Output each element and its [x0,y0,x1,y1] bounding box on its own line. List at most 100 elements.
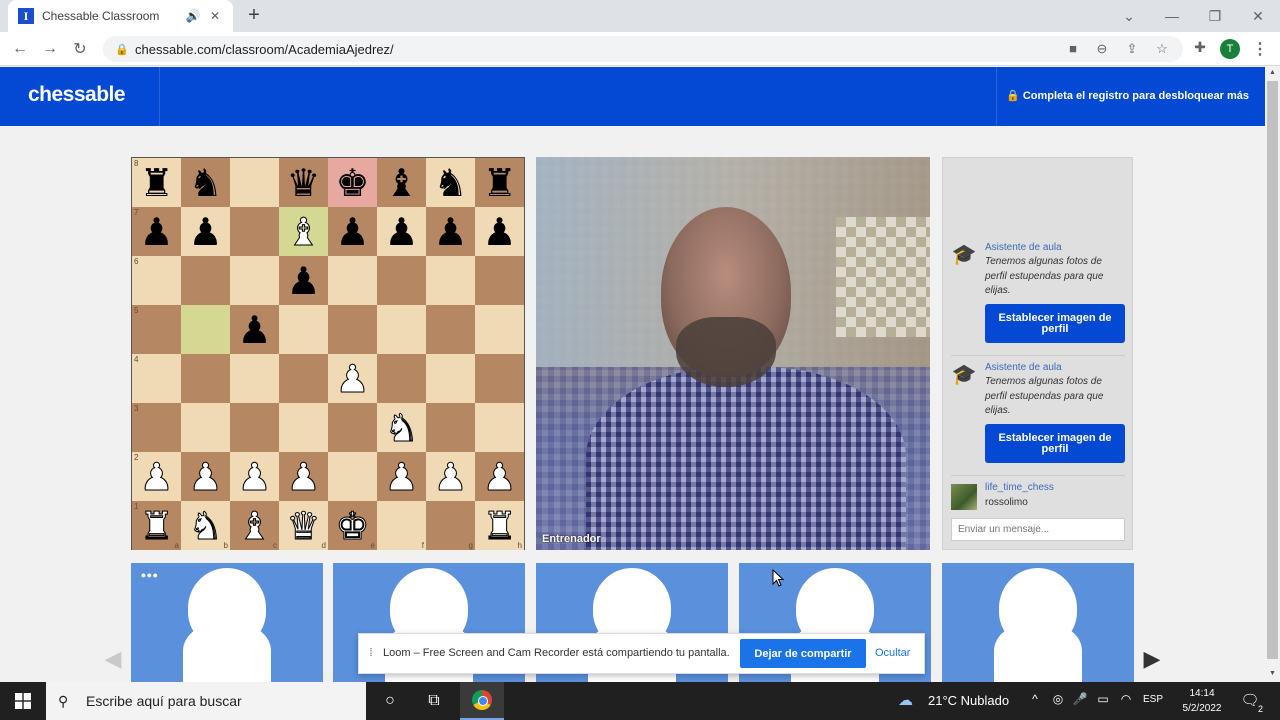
stop-sharing-button[interactable]: Dejar de compartir [740,639,866,668]
square-c4[interactable] [230,354,279,403]
square-c2[interactable]: ♟ [230,452,279,501]
white-rook-icon[interactable]: ♜ [482,506,517,545]
cortana-circle-icon[interactable]: ○ [368,682,412,720]
square-e7[interactable]: ♟ [328,207,377,256]
participant-tile[interactable] [942,563,1134,682]
chat-message-input[interactable] [951,518,1125,541]
taskbar-clock[interactable]: 14:14 5/2/2022 [1176,686,1228,716]
square-d1[interactable]: d ♛ [279,501,328,550]
white-queen-icon[interactable]: ♛ [286,506,321,545]
square-b2[interactable]: ♟ [181,452,230,501]
white-knight-icon[interactable]: ♞ [188,506,223,545]
square-g2[interactable]: ♟ [426,452,475,501]
white-knight-icon[interactable]: ♞ [384,408,419,447]
square-b5[interactable] [181,305,230,354]
wifi-icon[interactable]: ◠ [1116,692,1136,706]
white-rook-icon[interactable]: ♜ [139,506,174,545]
show-hidden-icons-icon[interactable]: ^ [1025,692,1045,706]
black-knight-icon[interactable]: ♞ [433,164,467,202]
message-author[interactable]: Asistente de aula [985,362,1062,373]
restore-button[interactable]: ❐ [1193,0,1237,32]
forward-button[interactable]: → [38,37,62,61]
chessboard[interactable]: 8 ♜ ♞ ♛ ♚ ♝ ♞ ♜ 7 ♟ ♟ ♝ ♟ ♟ ♟ ♟ 6 ♟ 5 ♟ 4 ♟ 3 ♞ 2 ♟ ♟ ♟ ♟ ♟ ♟ ♟ 1 a ♜ b ♞ c ♝ d… [131,157,525,550]
white-pawn-icon[interactable]: ♟ [237,457,272,496]
square-a8[interactable]: 8 ♜ [132,158,181,207]
square-e4[interactable]: ♟ [328,354,377,403]
square-c1[interactable]: c ♝ [230,501,279,550]
address-bar[interactable]: 🔒 chessable.com/classroom/AcademiaAjedre… [103,36,1183,62]
square-g7[interactable]: ♟ [426,207,475,256]
square-c7[interactable] [230,207,279,256]
browser-menu-icon[interactable]: ⋮ [1252,39,1268,59]
square-b4[interactable] [181,354,230,403]
task-view-icon[interactable]: ⧉ [412,682,456,720]
back-button[interactable]: ← [8,37,32,61]
tab-search-icon[interactable]: ⌄ [1107,0,1151,32]
extensions-puzzle-icon[interactable]: ✚ [1190,39,1210,59]
square-d7[interactable]: ♝ [279,207,328,256]
black-queen-icon[interactable]: ♛ [286,164,320,202]
black-rook-icon[interactable]: ♜ [482,164,516,202]
square-h4[interactable] [475,354,524,403]
participant-tile[interactable]: ••• [131,563,323,682]
square-g3[interactable] [426,403,475,452]
camera-icon[interactable]: ■ [1064,41,1082,57]
chrome-taskbar-button[interactable] [460,682,504,720]
square-a3[interactable]: 3 [132,403,181,452]
share-icon[interactable]: ⇪ [1123,41,1141,57]
black-bishop-icon[interactable]: ♝ [384,164,418,202]
square-h6[interactable] [475,256,524,305]
square-a5[interactable]: 5 [132,305,181,354]
input-language[interactable]: ESP [1143,694,1163,705]
square-g4[interactable] [426,354,475,403]
square-f5[interactable] [377,305,426,354]
black-pawn-icon[interactable]: ♟ [237,311,271,349]
square-f6[interactable] [377,256,426,305]
white-pawn-icon[interactable]: ♟ [384,457,419,496]
chessable-logo[interactable]: chessable [28,83,126,107]
square-c6[interactable] [230,256,279,305]
white-pawn-icon[interactable]: ♟ [335,359,370,398]
black-pawn-icon[interactable]: ♟ [482,213,516,251]
square-d2[interactable]: ♟ [279,452,328,501]
white-pawn-icon[interactable]: ♟ [188,457,223,496]
bookmark-star-icon[interactable]: ☆ [1153,41,1171,57]
square-b3[interactable] [181,403,230,452]
square-h1[interactable]: h ♜ [475,501,524,550]
square-e1[interactable]: e ♚ [328,501,377,550]
square-e2[interactable] [328,452,377,501]
white-king-icon[interactable]: ♚ [335,506,370,545]
white-pawn-icon[interactable]: ♟ [286,457,321,496]
page-scrollbar[interactable]: ▲ ▼ [1265,67,1280,682]
black-pawn-icon[interactable]: ♟ [139,213,173,251]
carousel-next-icon[interactable]: ▶ [1142,647,1162,671]
square-f8[interactable]: ♝ [377,158,426,207]
square-e5[interactable] [328,305,377,354]
scroll-up-icon[interactable]: ▲ [1268,69,1277,78]
square-d5[interactable] [279,305,328,354]
square-h8[interactable]: ♜ [475,158,524,207]
set-profile-image-button[interactable]: Establecer imagen de perfil [985,304,1125,343]
scroll-down-icon[interactable]: ▼ [1268,670,1277,679]
square-b6[interactable] [181,256,230,305]
profile-avatar[interactable]: T [1220,39,1240,59]
square-c3[interactable] [230,403,279,452]
square-a1[interactable]: 1 a ♜ [132,501,181,550]
square-d3[interactable] [279,403,328,452]
square-f1[interactable]: f [377,501,426,550]
square-f4[interactable] [377,354,426,403]
close-icon[interactable]: ✕ [207,9,223,23]
black-pawn-icon[interactable]: ♟ [188,213,222,251]
window-close-button[interactable]: ✕ [1236,0,1280,32]
square-h7[interactable]: ♟ [475,207,524,256]
black-pawn-icon[interactable]: ♟ [335,213,369,251]
new-tab-button[interactable]: + [244,4,264,28]
weather-widget[interactable]: ☁ 21°C Nublado [898,691,1009,709]
black-pawn-icon[interactable]: ♟ [433,213,467,251]
square-b8[interactable]: ♞ [181,158,230,207]
square-g6[interactable] [426,256,475,305]
square-a6[interactable]: 6 [132,256,181,305]
carousel-prev-icon[interactable]: ◀ [103,647,123,671]
square-b1[interactable]: b ♞ [181,501,230,550]
user-avatar[interactable] [951,484,977,510]
